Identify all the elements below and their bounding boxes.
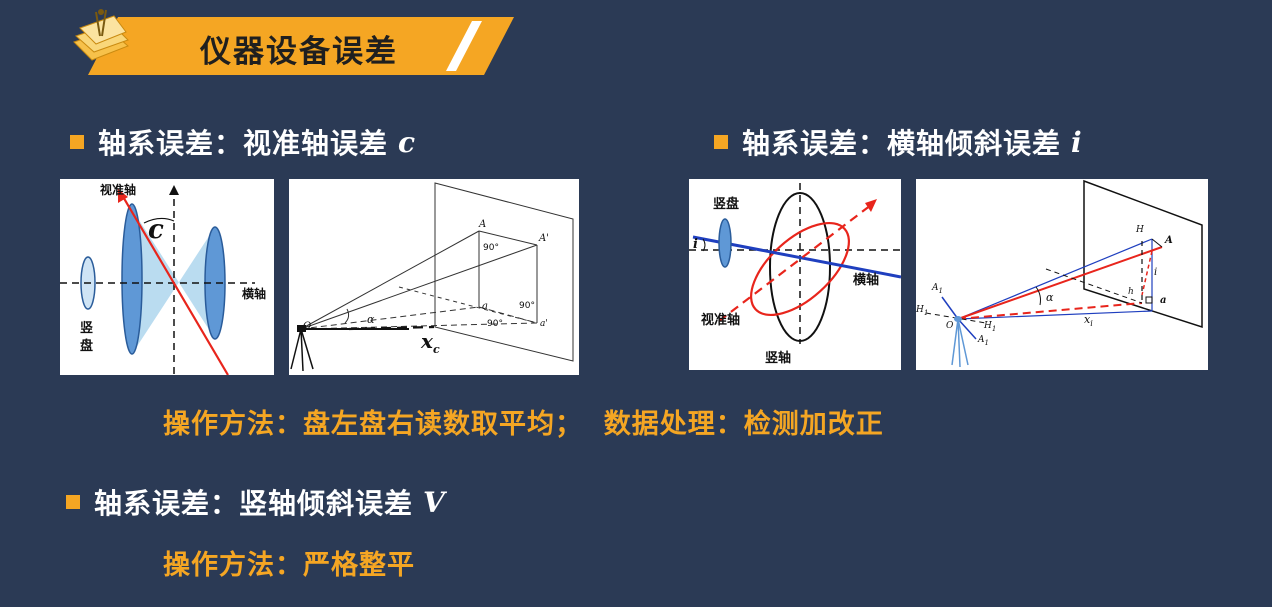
heading-text: 轴系误差：视准轴误差 <box>98 127 389 160</box>
label-horizontal-axis: 横轴 <box>853 273 880 288</box>
heading-vertical-axis-error: 轴系误差：竖轴倾斜误差 V <box>66 482 446 522</box>
label-H: H <box>1136 225 1144 235</box>
label-xi: xi <box>1084 313 1093 329</box>
method-line-leveling: 操作方法：严格整平 <box>163 550 415 581</box>
label-O: O <box>946 321 954 331</box>
label-O: O <box>303 321 312 332</box>
label-i: i <box>1154 267 1158 278</box>
heading-symbol: V <box>423 485 446 519</box>
bullet-icon <box>66 495 80 509</box>
heading-text: 轴系误差：竖轴倾斜误差 <box>94 487 414 520</box>
title-banner: 仪器设备误差 <box>88 17 514 75</box>
label-c: c <box>148 215 164 245</box>
label-90-1: 90° <box>483 243 499 253</box>
heading-collimation-error: 轴系误差：视准轴误差 c <box>70 122 416 162</box>
label-sight-axis: 视准轴 <box>100 183 137 197</box>
figure-collimation-geometry: A A' 90° a 90° 90° a' O α xc <box>289 179 579 375</box>
label-H1-left: H1 <box>916 305 929 317</box>
label-90-3: 90° <box>487 319 503 329</box>
label-vertical-circle-1: 竖 <box>80 321 94 336</box>
label-alpha: α <box>367 313 375 326</box>
label-vertical-circle: 竖盘 <box>713 197 740 212</box>
label-sight-axis: 视准轴 <box>701 313 741 328</box>
heading-text: 轴系误差：横轴倾斜误差 <box>742 127 1062 160</box>
label-vertical-axis: 竖轴 <box>765 351 792 366</box>
label-A: A <box>479 219 487 230</box>
label-a-prime: a' <box>540 319 548 329</box>
slide-title: 仪器设备误差 <box>200 34 398 70</box>
label-H1-right: H1 <box>984 321 997 333</box>
label-horizontal-axis: 横轴 <box>242 287 267 301</box>
method-and-processing-line: 操作方法：盘左盘右读数取平均； 数据处理：检测加改正 <box>163 409 884 440</box>
heading-symbol: i <box>1071 125 1083 159</box>
label-90-2: 90° <box>519 301 535 311</box>
bullet-icon <box>714 135 728 149</box>
heading-symbol: c <box>398 125 417 159</box>
label-A1-top: A1 <box>932 283 943 295</box>
figure-collimation-axis: 视准轴 c 竖 盘 横轴 <box>60 179 274 375</box>
label-i: i <box>693 237 698 252</box>
label-vertical-circle-2: 盘 <box>80 339 94 354</box>
figure-horizontal-axis-geometry-drawing <box>925 179 1203 368</box>
label-A: A <box>1165 235 1173 246</box>
label-a: a <box>482 301 488 312</box>
books-icon <box>70 6 132 74</box>
label-alpha: α <box>1046 291 1054 304</box>
bullet-icon <box>70 135 84 149</box>
figure-horizontal-axis-geometry: H A i h a α xi A1 H1 O H1 A1 <box>916 179 1208 370</box>
label-xc: xc <box>421 329 440 356</box>
heading-horizontal-axis-error: 轴系误差：横轴倾斜误差 i <box>714 122 1083 162</box>
label-A1-bottom: A1 <box>978 335 989 347</box>
label-A-prime: A' <box>539 233 549 244</box>
label-a: a <box>1160 295 1167 306</box>
figure-horizontal-axis: 竖盘 i 横轴 视准轴 竖轴 <box>689 179 901 370</box>
label-h: h <box>1128 287 1134 297</box>
